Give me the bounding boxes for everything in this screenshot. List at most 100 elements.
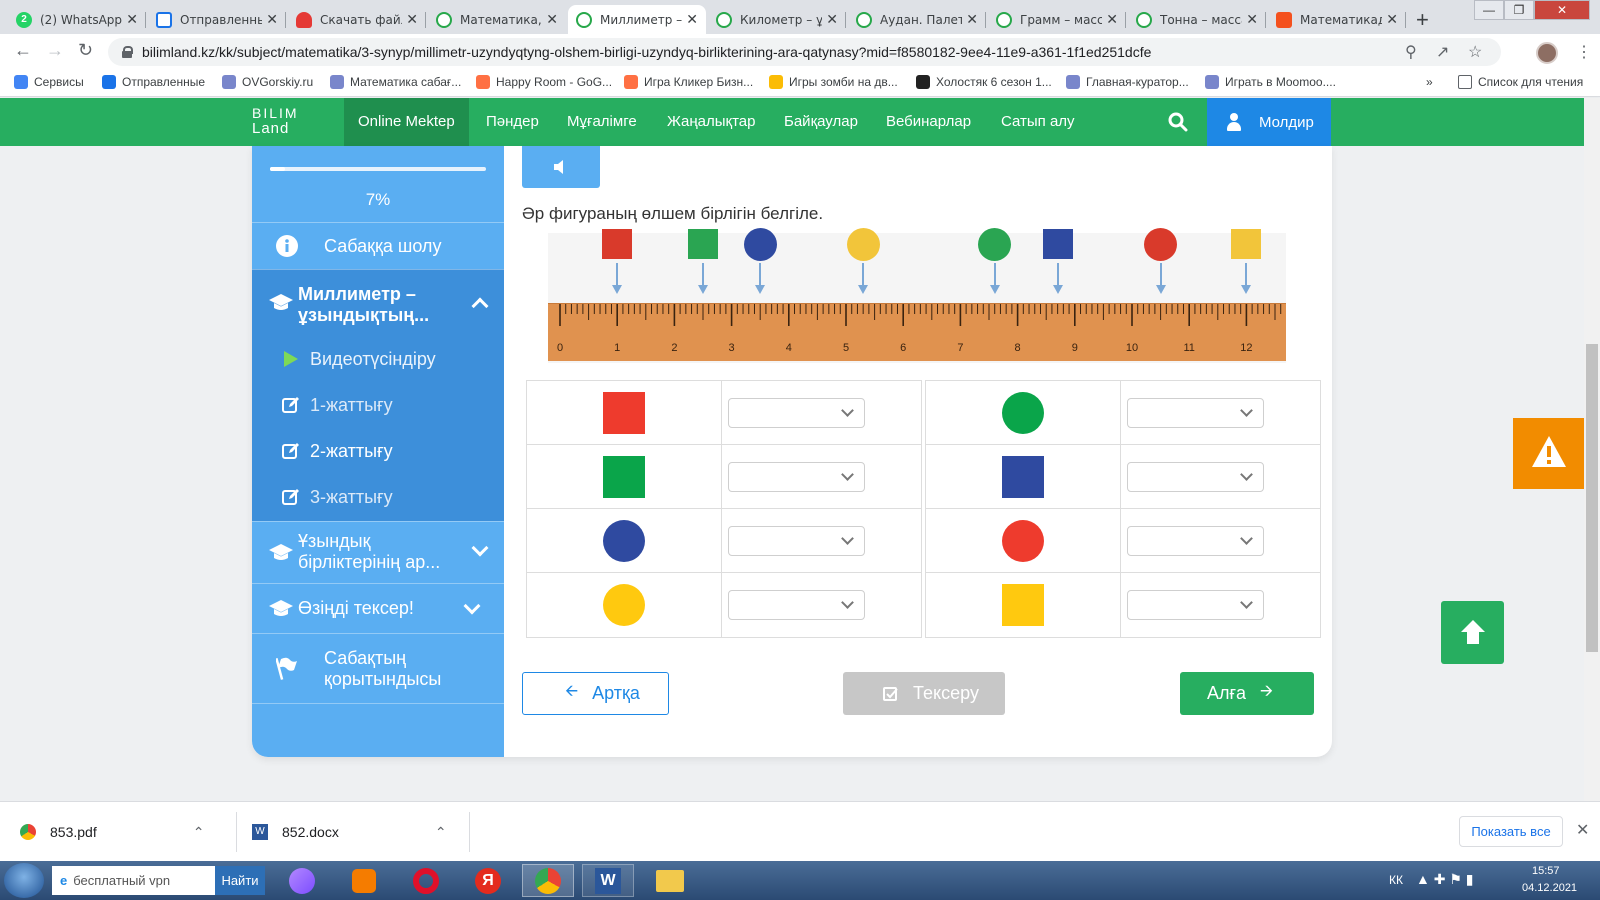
taskbar-search-input[interactable]: e бесплатный vpn: [52, 866, 215, 895]
reload-icon[interactable]: ↻: [78, 40, 93, 61]
profile-avatar[interactable]: [1536, 42, 1558, 64]
bookmark-item[interactable]: Играть в Moomoo....: [1205, 75, 1336, 89]
forward-arrow-icon[interactable]: →: [46, 40, 64, 61]
chevron-up-icon[interactable]: [471, 297, 489, 315]
close-tab-icon[interactable]: ✕: [1106, 11, 1118, 28]
nav-subjects[interactable]: Пәндер: [486, 98, 539, 146]
browser-tab[interactable]: Грамм – масса ✕: [988, 5, 1126, 34]
scroll-to-top-button[interactable]: [1441, 601, 1504, 664]
reading-list[interactable]: Список для чтения: [1458, 75, 1583, 89]
nav-webinars[interactable]: Вебинарлар: [886, 98, 971, 146]
close-shelf-icon[interactable]: ✕: [1576, 820, 1589, 840]
next-button[interactable]: Алға 🡪: [1180, 672, 1314, 715]
download-item-docx[interactable]: W 852.docx ⌃: [252, 802, 447, 862]
minimize-button[interactable]: —: [1474, 0, 1504, 20]
sidebar-item-overview[interactable]: Сабаққа шолу: [252, 222, 504, 269]
close-tab-icon[interactable]: ✕: [686, 11, 698, 28]
bookmark-item[interactable]: Happy Room - GoG...: [476, 75, 612, 89]
sidebar-item-exercise-1[interactable]: 1-жаттығу: [252, 383, 504, 429]
back-arrow-icon[interactable]: ←: [14, 40, 32, 61]
unit-select[interactable]: [728, 462, 865, 492]
chrome-taskbar-icon[interactable]: [522, 864, 574, 897]
chevron-down-icon[interactable]: [471, 539, 489, 557]
sidebar-section-millimeter[interactable]: Миллиметр – ұзындықтың...: [252, 269, 504, 337]
menu-dots-icon[interactable]: ⋮: [1576, 42, 1592, 62]
unit-select[interactable]: [1127, 526, 1264, 556]
bookmark-item[interactable]: OVGorskiy.ru: [222, 75, 313, 89]
file-explorer-icon[interactable]: [644, 864, 696, 897]
scrollbar-thumb[interactable]: [1586, 344, 1598, 652]
close-tab-icon[interactable]: ✕: [126, 11, 138, 28]
audio-button[interactable]: [522, 146, 600, 188]
close-tab-icon[interactable]: ✕: [406, 11, 418, 28]
nav-purchase[interactable]: Сатып алу: [1001, 98, 1075, 146]
unit-select[interactable]: [728, 398, 865, 428]
bookmark-item[interactable]: Сервисы: [14, 75, 84, 89]
url-bar[interactable]: bilimland.kz/kk/subject/matematika/3-syn…: [108, 38, 1501, 66]
close-tab-icon[interactable]: ✕: [1386, 11, 1398, 28]
search-icon[interactable]: [1168, 112, 1188, 132]
chevron-up-icon[interactable]: ⌃: [435, 824, 447, 841]
download-item-pdf[interactable]: 853.pdf ⌃: [20, 802, 204, 862]
browser-tab[interactable]: Тонна – масса ✕: [1128, 5, 1266, 34]
report-problem-button[interactable]: [1513, 418, 1584, 489]
browser-tab[interactable]: Отправленные✕: [148, 5, 286, 34]
sidebar-item-video[interactable]: Видеотүсіндіру: [252, 337, 504, 383]
taskbar-search-button[interactable]: Найти: [215, 866, 265, 895]
bookmark-item[interactable]: Игра Кликер Бизн...: [624, 75, 753, 89]
clock-date[interactable]: 04.12.2021: [1522, 882, 1577, 894]
media-player-icon[interactable]: [338, 864, 390, 897]
nav-teachers[interactable]: Мұғалімге: [567, 98, 637, 146]
nav-news[interactable]: Жаңалықтар: [667, 98, 755, 146]
bookmark-item[interactable]: Игры зомби на дв...: [769, 75, 898, 89]
unit-select[interactable]: [1127, 590, 1264, 620]
sidebar-section-units[interactable]: Ұзындық бірліктерінің ар...: [252, 521, 504, 583]
browser-tab[interactable]: Километр – ұ ✕: [708, 5, 846, 34]
page-scrollbar[interactable]: [1584, 98, 1600, 801]
zoom-icon[interactable]: ⚲: [1405, 42, 1417, 62]
close-tab-icon[interactable]: ✕: [826, 11, 838, 28]
browser-tab[interactable]: Математикад ✕: [1268, 5, 1406, 34]
unit-select[interactable]: [728, 590, 865, 620]
browser-tab[interactable]: 2 (2) WhatsApp ✕: [8, 5, 146, 34]
language-indicator[interactable]: КК: [1389, 873, 1403, 887]
close-tab-icon[interactable]: ✕: [266, 11, 278, 28]
unit-select[interactable]: [728, 526, 865, 556]
bookmark-item[interactable]: Главная-куратор...: [1066, 75, 1189, 89]
bookmark-star-icon[interactable]: ☆: [1468, 42, 1482, 62]
close-tab-icon[interactable]: ✕: [1246, 11, 1258, 28]
bilimland-logo[interactable]: BILIM Land: [252, 106, 299, 137]
opera-icon[interactable]: [400, 864, 452, 897]
bookmark-item[interactable]: Отправленные: [102, 75, 205, 89]
close-tab-icon[interactable]: ✕: [546, 11, 558, 28]
browser-tab[interactable]: Аудан. Палетк✕: [848, 5, 986, 34]
sidebar-item-summary[interactable]: Сабақтың қорытындысы: [252, 633, 504, 703]
check-button[interactable]: Тексеру: [843, 672, 1005, 715]
nav-online-mektep[interactable]: Online Mektep: [344, 98, 469, 146]
bookmark-item[interactable]: Математика сабағ...: [330, 75, 461, 89]
user-menu-button[interactable]: Молдир: [1207, 98, 1331, 146]
unit-select[interactable]: [1127, 462, 1264, 492]
sidebar-item-exercise-3[interactable]: 3-жаттығу: [252, 475, 504, 521]
close-window-button[interactable]: ✕: [1534, 0, 1590, 20]
sidebar-item-exercise-2[interactable]: 2-жаттығу: [252, 429, 504, 475]
alice-icon[interactable]: [276, 864, 328, 897]
new-tab-button[interactable]: +: [1416, 7, 1429, 33]
restore-button[interactable]: ❐: [1504, 0, 1534, 20]
browser-tab[interactable]: Миллиметр – ✕: [568, 5, 706, 34]
bookmark-item[interactable]: Холостяк 6 сезон 1...: [916, 75, 1052, 89]
share-icon[interactable]: ↗: [1436, 42, 1449, 62]
browser-tab[interactable]: Скачать файл ✕: [288, 5, 426, 34]
back-button[interactable]: 🡨 Артқа: [522, 672, 669, 715]
unit-select[interactable]: [1127, 398, 1264, 428]
nav-contests[interactable]: Байқаулар: [784, 98, 858, 146]
bookmarks-overflow[interactable]: »: [1426, 75, 1433, 89]
close-tab-icon[interactable]: ✕: [966, 11, 978, 28]
browser-tab[interactable]: Математика, 3 ✕: [428, 5, 566, 34]
clock-time[interactable]: 15:57: [1532, 865, 1560, 877]
word-taskbar-icon[interactable]: W: [582, 864, 634, 897]
yandex-icon[interactable]: Я: [462, 864, 514, 897]
show-all-downloads-button[interactable]: Показать все: [1459, 816, 1563, 847]
start-button[interactable]: [4, 863, 44, 898]
chevron-up-icon[interactable]: ⌃: [193, 824, 205, 841]
